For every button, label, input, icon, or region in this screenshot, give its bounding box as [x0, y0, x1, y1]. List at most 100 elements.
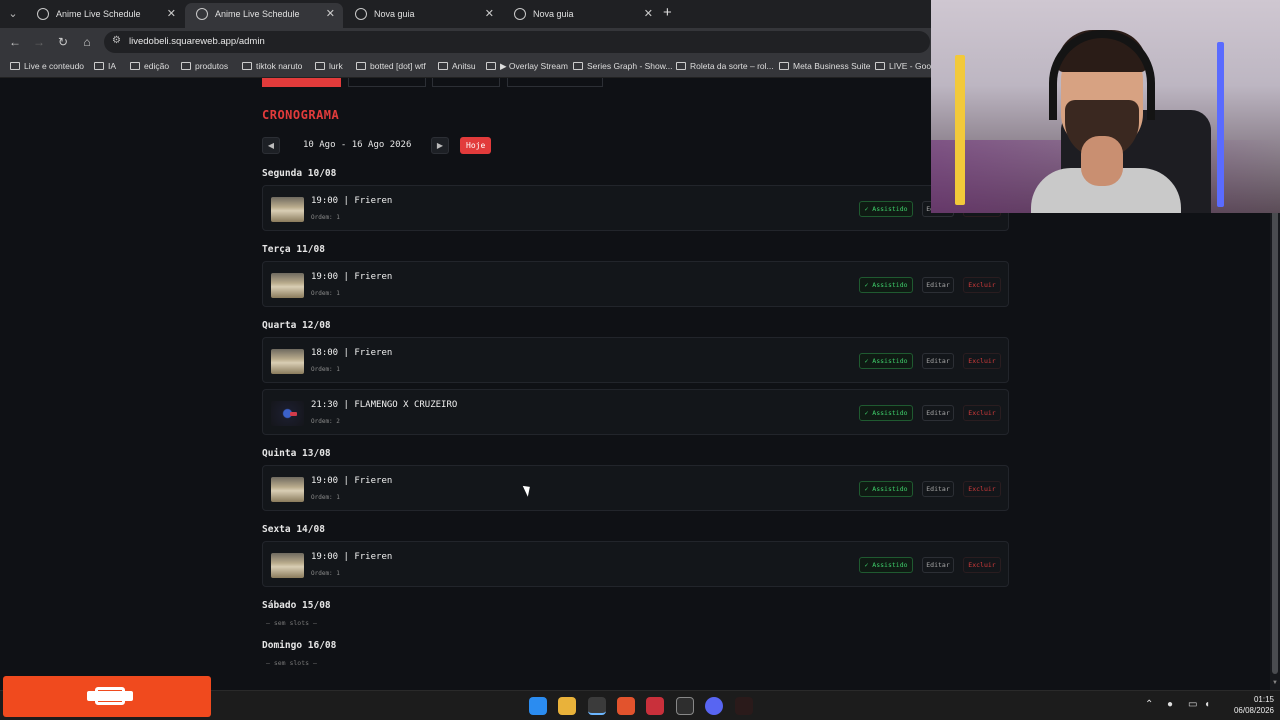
no-slots-text: — sem slots — — [266, 619, 317, 627]
discord-icon[interactable] — [705, 697, 723, 715]
bookmark-item[interactable]: LIVE - Goog — [875, 61, 936, 71]
bookmark-item[interactable]: IA — [94, 61, 116, 71]
slot-thumbnail — [271, 477, 304, 502]
admin-tab-active[interactable] — [262, 78, 341, 87]
webcam-lamp-left — [955, 55, 965, 205]
browser-tab[interactable]: Nova guia ✕ — [503, 3, 661, 28]
watched-button[interactable]: ✓ Assistido — [859, 277, 913, 293]
file-explorer-icon[interactable] — [558, 697, 576, 715]
slot-thumbnail-logo — [271, 401, 304, 426]
watched-button[interactable]: ✓ Assistido — [859, 405, 913, 421]
browser-tab[interactable]: Anime Live Schedule ✕ — [26, 3, 184, 28]
bookmark-item[interactable]: Roleta da sorte – rol... — [676, 61, 774, 71]
close-icon[interactable]: ✕ — [167, 3, 176, 25]
windows-taskbar: ⌃ ● ▭ ◖ 01:15 06/08/2026 — [0, 676, 1280, 720]
edit-button[interactable]: Editar — [922, 405, 954, 421]
admin-tab[interactable] — [507, 78, 603, 87]
slot-title: 21:30 | FLAMENGO X CRUZEIRO — [311, 400, 458, 410]
admin-tab[interactable] — [348, 78, 426, 87]
schedule-slot: 18:00 | Frieren Ordem: 1 ✓ Assistido Edi… — [262, 337, 1009, 383]
slot-title: 19:00 | Frieren — [311, 476, 393, 486]
day-label: Sexta 14/08 — [262, 524, 325, 535]
close-icon[interactable]: ✕ — [326, 3, 335, 25]
sheets-icon — [875, 62, 885, 70]
folder-icon — [130, 62, 140, 70]
bookmark-item[interactable]: Live e conteudo — [10, 61, 84, 71]
bookmark-item[interactable]: tiktok naruto — [242, 61, 302, 71]
slot-order: Ordem: 1 — [311, 570, 340, 577]
watched-button[interactable]: ✓ Assistido — [859, 201, 913, 217]
chrome-icon[interactable] — [588, 697, 606, 715]
reload-icon[interactable]: ↻ — [54, 33, 72, 51]
windows-start-icon[interactable] — [529, 697, 547, 715]
brave-icon[interactable] — [617, 697, 635, 715]
system-clock[interactable]: 01:15 06/08/2026 — [1222, 694, 1274, 716]
slot-title: 19:00 | Frieren — [311, 272, 393, 282]
forward-arrow-icon[interactable]: → — [30, 33, 48, 51]
browser-tab-active[interactable]: Anime Live Schedule ✕ — [185, 3, 343, 28]
delete-button[interactable]: Excluir — [963, 405, 1001, 421]
series-graph-icon — [573, 62, 583, 70]
bookmark-item[interactable]: botted [dot] wtf — [356, 61, 426, 71]
tab-title: Nova guia — [533, 9, 574, 19]
slot-title: 19:00 | Frieren — [311, 196, 393, 206]
browser-tab[interactable]: Nova guia ✕ — [344, 3, 502, 28]
app-icon[interactable] — [646, 697, 664, 715]
delete-button[interactable]: Excluir — [963, 481, 1001, 497]
back-arrow-icon[interactable]: ← — [6, 33, 24, 51]
day-label: Quinta 13/08 — [262, 448, 331, 459]
globe-icon — [196, 8, 208, 20]
slot-order: Ordem: 1 — [311, 214, 340, 221]
edit-button[interactable]: Editar — [922, 557, 954, 573]
anitsu-icon — [438, 62, 448, 70]
bookmark-item[interactable]: lurk — [315, 61, 343, 71]
globe-icon — [486, 62, 496, 70]
site-info-icon[interactable]: ⚙ — [112, 35, 121, 46]
folder-icon — [242, 62, 252, 70]
today-button[interactable]: Hoje — [460, 137, 492, 154]
delete-button[interactable]: Excluir — [963, 277, 1001, 293]
edit-button[interactable]: Editar — [922, 353, 954, 369]
prev-week-button[interactable]: ◀ — [262, 137, 280, 154]
page-title: CRONOGRAMA — [262, 108, 340, 122]
no-slots-text: — sem slots — — [266, 659, 317, 667]
close-icon[interactable]: ✕ — [485, 3, 494, 25]
claude-icon[interactable] — [735, 697, 753, 715]
slot-title: 19:00 | Frieren — [311, 552, 393, 562]
day-label: Sábado 15/08 — [262, 600, 331, 611]
watched-button[interactable]: ✓ Assistido — [859, 353, 913, 369]
volume-icon[interactable]: ◖ — [1204, 699, 1210, 710]
microphone-icon[interactable]: ● — [1167, 699, 1173, 710]
scroll-down-icon[interactable]: ▼ — [1270, 680, 1280, 686]
bookmark-item[interactable]: Anitsu — [438, 61, 476, 71]
bot-icon — [356, 62, 366, 70]
home-icon[interactable]: ⌂ — [78, 33, 96, 51]
schedule-slot: 19:00 | Frieren Ordem: 1 ✓ Assistido Edi… — [262, 261, 1009, 307]
webcam-lamp-right — [1217, 42, 1224, 207]
watched-button[interactable]: ✓ Assistido — [859, 481, 913, 497]
edit-button[interactable]: Editar — [922, 277, 954, 293]
bookmark-item[interactable]: ▶ Overlay Stream — [486, 61, 568, 72]
close-icon[interactable]: ✕ — [644, 3, 653, 25]
schedule-slot: 19:00 | Frieren Ordem: 1 ✓ Assistido Edi… — [262, 541, 1009, 587]
edit-button[interactable]: Editar — [922, 481, 954, 497]
admin-tab[interactable] — [432, 78, 500, 87]
tab-search-icon[interactable]: ⌄ — [4, 5, 22, 23]
tray-chevron-icon[interactable]: ⌃ — [1145, 699, 1153, 710]
address-bar[interactable]: ⚙ livedobeli.squareweb.app/admin — [104, 31, 930, 53]
schedule-slot: 19:00 | Frieren Ordem: 1 ✓ Assistido Edi… — [262, 465, 1009, 511]
bookmark-item[interactable]: produtos — [181, 61, 228, 71]
watched-button[interactable]: ✓ Assistido — [859, 557, 913, 573]
obs-icon[interactable] — [676, 697, 694, 715]
stream-widget-card[interactable] — [3, 676, 211, 717]
bookmark-item[interactable]: Meta Business Suite — [779, 61, 870, 71]
meta-icon — [779, 62, 789, 70]
next-week-button[interactable]: ▶ — [431, 137, 449, 154]
webcam-overlay — [931, 0, 1280, 213]
delete-button[interactable]: Excluir — [963, 353, 1001, 369]
new-tab-plus-icon[interactable]: + — [663, 4, 672, 21]
bookmark-item[interactable]: edição — [130, 61, 169, 71]
network-icon[interactable]: ▭ — [1188, 699, 1197, 710]
bookmark-item[interactable]: Series Graph - Show... — [573, 61, 673, 71]
delete-button[interactable]: Excluir — [963, 557, 1001, 573]
